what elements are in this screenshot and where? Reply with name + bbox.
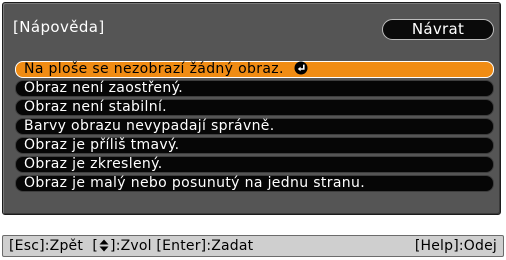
help-topic-list: Na ploše se nezobrazí žádný obraz. Obraz…	[15, 61, 494, 194]
esc-hint: [Esc]:Zpět	[9, 238, 84, 254]
key-hints-left: [Esc]:Zpět []:Zvol [Enter]:Zadat	[9, 236, 253, 256]
help-topic-label: Obraz není zaostřený.	[24, 80, 184, 96]
help-topic-label: Obraz je malý nebo posunutý na jednu str…	[24, 175, 366, 191]
help-topic-label: Obraz je zkreslený.	[24, 156, 163, 172]
help-topic-small-shifted[interactable]: Obraz je malý nebo posunutý na jednu str…	[15, 175, 494, 192]
up-down-arrows-icon	[99, 239, 109, 251]
key-hint-bar: [Esc]:Zpět []:Zvol [Enter]:Zadat [Help]:…	[2, 235, 504, 257]
back-button[interactable]: Návrat	[382, 19, 494, 40]
help-topic-label: Barvy obrazu nevypadají správně.	[24, 118, 275, 134]
help-topic-colors[interactable]: Barvy obrazu nevypadají správně.	[15, 118, 494, 135]
dialog-title: [Nápověda]	[13, 18, 105, 36]
select-hint: []:Zvol	[92, 238, 152, 254]
help-topic-label: Obraz je příliš tmavý.	[24, 137, 180, 153]
help-topic-label: Obraz není stabilní.	[24, 99, 167, 115]
help-hint: [Help]:Odej	[414, 238, 497, 254]
help-topic-no-image[interactable]: Na ploše se nezobrazí žádný obraz.	[15, 61, 494, 78]
help-dialog: [Nápověda] Návrat Na ploše se nezobrazí …	[2, 2, 501, 215]
help-topic-not-focused[interactable]: Obraz není zaostřený.	[15, 80, 494, 97]
enter-hint: [Enter]:Zadat	[156, 238, 254, 254]
help-topic-too-dark[interactable]: Obraz je příliš tmavý.	[15, 137, 494, 154]
enter-icon	[294, 61, 308, 75]
help-topic-distorted[interactable]: Obraz je zkreslený.	[15, 156, 494, 173]
help-topic-label: Na ploše se nezobrazí žádný obraz.	[24, 61, 284, 77]
help-topic-unstable[interactable]: Obraz není stabilní.	[15, 99, 494, 116]
